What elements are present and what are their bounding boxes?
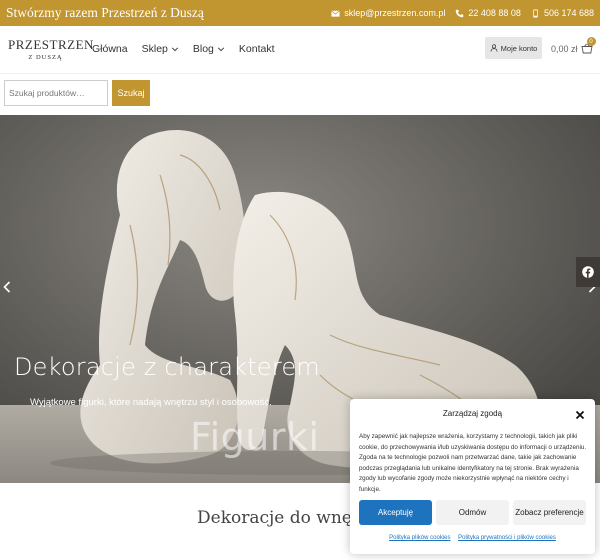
cookie-consent-dialog: Zarządzaj zgodą Aby zapewnić jak najleps… xyxy=(350,399,595,554)
top-bar: Stwórzmy razem Przestrzeń z Duszą sklep@… xyxy=(0,0,600,26)
nav-item-sklep[interactable]: Sklep xyxy=(142,43,179,55)
user-icon xyxy=(490,44,498,52)
email-link[interactable]: sklep@przestrzen.com.pl xyxy=(331,8,445,18)
nav-item-glowna[interactable]: Główna xyxy=(92,43,128,55)
chevron-left-icon xyxy=(3,281,11,293)
hero-subtitle: Wyjątkowe figurki, które nadają wnętrzu … xyxy=(30,397,272,408)
search-button[interactable]: Szukaj xyxy=(112,80,150,106)
logo-line-2: Z DUSZĄ xyxy=(28,54,63,61)
chevron-down-icon xyxy=(171,47,178,52)
nav-label: Główna xyxy=(92,43,128,55)
cart-amount: 0,00 zł xyxy=(551,43,578,54)
mobile-icon xyxy=(533,8,538,18)
slider-prev-arrow[interactable] xyxy=(3,280,11,296)
phone-text-1: 22 408 88 08 xyxy=(468,8,521,18)
preferences-button[interactable]: Zobacz preferencje xyxy=(513,500,586,525)
accept-button[interactable]: Akceptuję xyxy=(359,500,432,525)
facebook-button[interactable] xyxy=(576,257,600,287)
phone-text-2: 506 174 688 xyxy=(543,8,594,18)
chevron-down-icon xyxy=(217,47,225,52)
tagline: Stwórzmy razem Przestrzeń z Duszą xyxy=(6,5,204,20)
my-account-button[interactable]: Moje konto xyxy=(485,37,542,59)
site-header: PRZESTRZEN Z DUSZĄ Główna Sklep Blog Kon… xyxy=(0,26,600,74)
hero-category-label: Figurki xyxy=(190,415,320,459)
search-input[interactable] xyxy=(4,80,108,106)
nav-item-kontakt[interactable]: Kontakt xyxy=(239,43,275,55)
close-button[interactable] xyxy=(575,407,585,420)
facebook-icon xyxy=(582,266,594,278)
cart-button[interactable]: 0,00 zł 0 xyxy=(551,37,596,54)
account-label: Moje konto xyxy=(500,43,538,53)
section-heading: Dekoracje do wnętrz xyxy=(197,508,376,528)
phone-icon xyxy=(456,9,464,17)
consent-links: Polityka plików cookies Polityka prywatn… xyxy=(350,535,595,541)
email-text: sklep@przestrzen.com.pl xyxy=(344,8,446,18)
nav-label: Blog xyxy=(192,43,214,55)
hero-title: Dekoracje z charakterem xyxy=(14,353,320,381)
envelope-icon xyxy=(331,10,340,17)
main-nav: Główna Sklep Blog Kontakt xyxy=(92,43,275,55)
close-icon xyxy=(575,410,585,420)
phone-link-1[interactable]: 22 408 88 08 xyxy=(455,8,521,18)
consent-text: Aby zapewnić jak najlepsze wrażenia, kor… xyxy=(359,433,587,493)
contact-info: sklep@przestrzen.com.pl 22 408 88 08 506… xyxy=(331,8,594,18)
phone-link-2[interactable]: 506 174 688 xyxy=(531,8,594,18)
deny-button[interactable]: Odmów xyxy=(436,500,509,525)
privacy-policy-link[interactable]: Polityka prywatności i plików cookies xyxy=(458,535,556,541)
logo-line-1: PRZESTRZEN xyxy=(8,37,94,52)
nav-item-blog[interactable]: Blog xyxy=(193,43,225,55)
cart-icon-wrap: 0 xyxy=(580,37,596,54)
consent-title: Zarządzaj zgodą xyxy=(442,409,503,418)
search-bar: Szukaj xyxy=(0,75,600,115)
nav-label: Sklep xyxy=(141,43,168,55)
nav-label: Kontakt xyxy=(238,43,275,55)
cart-count-badge: 0 xyxy=(586,37,596,46)
site-logo[interactable]: PRZESTRZEN Z DUSZĄ xyxy=(8,37,94,61)
cookie-policy-link[interactable]: Polityka plików cookies xyxy=(389,535,450,541)
